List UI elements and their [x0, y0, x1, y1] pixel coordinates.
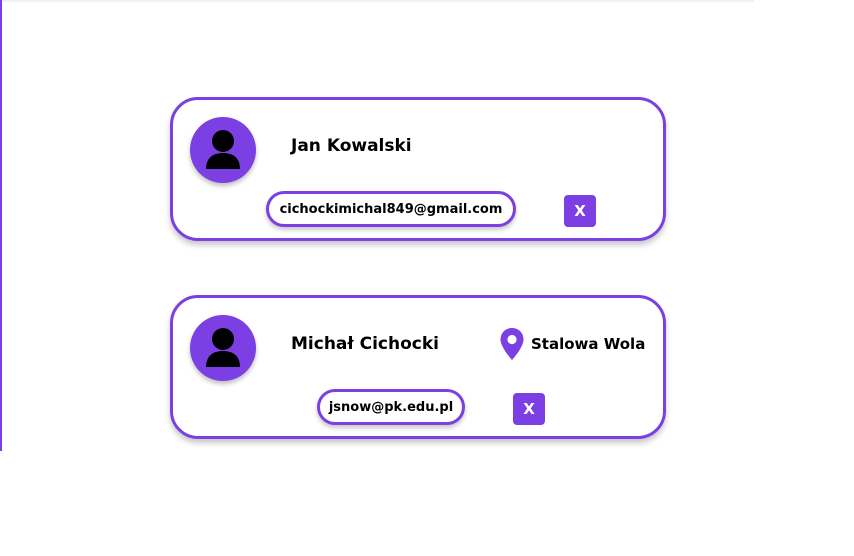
map-pin-icon — [500, 328, 524, 360]
user-avatar-icon — [190, 117, 256, 183]
location-label: Stalowa Wola — [531, 335, 646, 353]
contact-email[interactable]: jsnow@pk.edu.pl — [317, 389, 465, 425]
contact-name: Michał Cichocki — [291, 334, 439, 354]
contact-email[interactable]: cichockimichal849@gmail.com — [266, 191, 516, 227]
user-avatar-icon — [190, 315, 256, 381]
contact-card: Jan Kowalski cichockimichal849@gmail.com… — [170, 97, 666, 241]
page: Jan Kowalski cichockimichal849@gmail.com… — [0, 0, 854, 556]
left-accent-rule — [0, 0, 2, 451]
contact-location: Stalowa Wola — [499, 327, 645, 361]
contact-card: Michał Cichocki Stalowa Wola jsnow@pk.ed… — [170, 295, 666, 439]
delete-contact-button[interactable]: X — [513, 393, 545, 425]
contact-name: Jan Kowalski — [291, 136, 412, 156]
delete-contact-button[interactable]: X — [564, 195, 596, 227]
top-divider — [0, 0, 754, 2]
